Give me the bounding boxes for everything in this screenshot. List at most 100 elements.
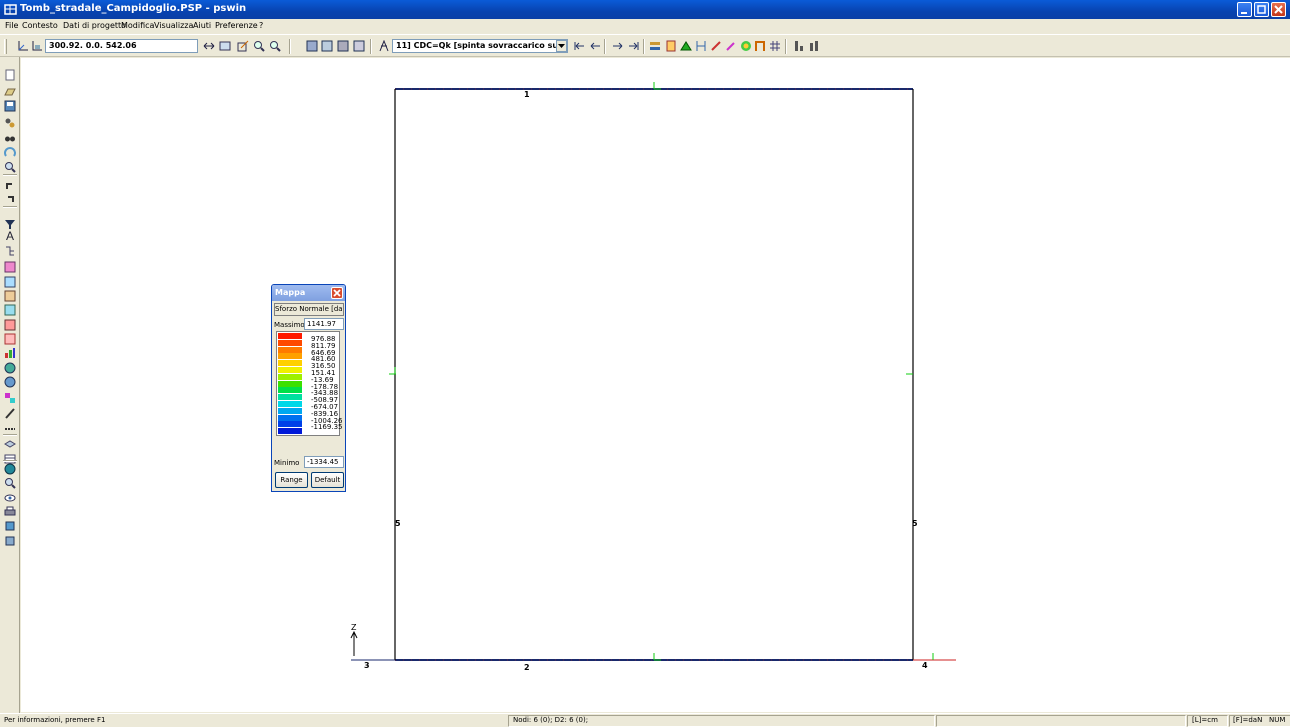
stack-icon[interactable] [649,40,661,52]
color-map-icon[interactable] [740,40,752,52]
status-num: NUM [1269,716,1286,724]
grid-icon[interactable] [769,40,781,52]
coordinates-field[interactable]: 300.92. 0.0. 542.06 [45,39,198,53]
hierarchy-icon[interactable] [4,245,16,257]
view-front-icon[interactable] [321,40,333,52]
menu-visualizza[interactable]: Visualizza [154,21,193,30]
mappa-titlebar[interactable]: Mappa [272,285,345,301]
column-icon[interactable] [793,40,805,52]
menu-dati-di-progetto[interactable]: Dati di progetto [63,21,126,30]
section-2-icon[interactable] [4,276,16,288]
color-swatch [278,333,302,339]
zoom-globe-icon[interactable] [4,477,16,489]
zoom-out-icon[interactable] [269,40,281,52]
menu-help[interactable]: ? [259,21,263,30]
status-force-unit: [F]=daN [1233,716,1263,724]
menu-file[interactable]: File [5,21,18,30]
column-alt-icon[interactable] [808,40,820,52]
mappa-window[interactable]: Mappa Sforzo Normale [daN] Massimo 1141.… [271,284,346,492]
drawing-canvas[interactable]: 1 2 3 4 5 5 Z [21,58,1290,712]
settings-icon[interactable] [4,535,16,547]
section-1-icon[interactable] [4,261,16,273]
menu-aiuti[interactable]: Aiuti [193,21,211,30]
status-bar: Per informazioni, premere F1 Nodi: 6 (0)… [0,713,1290,727]
load-case-icon[interactable] [378,40,390,52]
layers-icon[interactable] [4,439,16,451]
view-3d-icon[interactable] [306,40,318,52]
next-case-icon[interactable] [612,40,624,52]
edit-view-icon[interactable] [237,40,249,52]
save-icon[interactable] [4,100,16,112]
status-length-unit: [L]=cm [1192,716,1218,724]
grid-view-icon[interactable] [219,40,231,52]
eye-icon[interactable] [4,492,16,504]
max-value-field[interactable]: 1141.97 [304,318,344,330]
nodes-icon[interactable] [4,117,16,129]
color-swatch [278,353,302,360]
default-button[interactable]: Default [311,472,344,488]
min-value-field[interactable]: -1334.45 [304,456,344,468]
axes-plane-icon[interactable] [31,40,43,52]
bracket-icon[interactable] [695,40,707,52]
globe-search-icon[interactable] [4,376,16,388]
view-side-icon[interactable] [337,40,349,52]
menu-bar: File Contesto Dati di progetto Modifica … [0,19,1290,34]
global-z-axis [350,630,358,656]
minimize-button[interactable] [1237,2,1252,17]
quantity-label[interactable]: Sforzo Normale [daN] [274,303,344,316]
menu-contesto[interactable]: Contesto [22,21,58,30]
open-icon[interactable] [4,85,16,97]
undo-icon[interactable] [4,179,16,191]
toolbar-separator [289,39,291,54]
pencil-icon[interactable] [725,40,737,52]
z-axis-label: Z [351,623,357,632]
color-swatch [278,373,302,380]
print-icon[interactable] [4,506,16,518]
mappa-close-button[interactable] [331,287,343,299]
export-icon[interactable] [4,520,16,532]
view-top-icon[interactable] [353,40,365,52]
text-tool-icon[interactable]: A [3,230,17,243]
color-swatch [278,387,302,394]
chart-tool-icon[interactable] [4,347,16,359]
section-6-icon[interactable] [4,333,16,345]
structure-drawing: 1 2 3 4 5 5 Z [350,82,956,672]
redo-icon[interactable] [4,192,16,204]
last-case-icon[interactable] [628,40,640,52]
fit-view-icon[interactable] [203,40,215,52]
first-case-icon[interactable] [573,40,585,52]
axes-icon[interactable] [17,40,29,52]
range-button[interactable]: Range [275,472,308,488]
section-4-icon[interactable] [4,304,16,316]
triangle-icon[interactable] [680,40,692,52]
pin-icon[interactable] [710,40,722,52]
maximize-button[interactable] [1254,2,1269,17]
frame-icon[interactable] [754,40,766,52]
magnifier-icon[interactable] [4,161,16,173]
color-scale: 976.88 811.79 646.69 481.60 316.50 151.41 -13.… [276,331,342,436]
sphere-icon[interactable] [4,463,16,475]
section-5-icon[interactable] [4,319,16,331]
left-toolbar-separator [3,206,17,208]
left-toolbar-separator [3,434,17,436]
color-swatch [278,367,302,373]
new-icon[interactable] [4,69,16,81]
toolbar-grip [4,39,7,54]
previous-case-icon[interactable] [589,40,601,52]
paint-icon[interactable] [4,392,16,404]
menu-preferenze[interactable]: Preferenze [215,21,258,30]
globe-icon[interactable] [4,362,16,374]
ruler-icon[interactable] [665,40,677,52]
left-toolbar-separator [3,174,17,176]
binoculars-icon[interactable] [4,132,16,144]
toolbar-separator [604,39,606,54]
menu-modifica[interactable]: Modifica [121,21,154,30]
rotate-icon[interactable] [4,147,16,159]
load-case-dropdown[interactable] [556,40,567,52]
measure-icon[interactable] [4,421,16,433]
line-draw-icon[interactable] [4,407,16,419]
load-case-select[interactable]: 11] CDC=Qk [spinta sovraccarico su pi [392,39,568,53]
close-button[interactable] [1271,2,1286,17]
zoom-in-icon[interactable] [253,40,265,52]
section-3-icon[interactable] [4,290,16,302]
